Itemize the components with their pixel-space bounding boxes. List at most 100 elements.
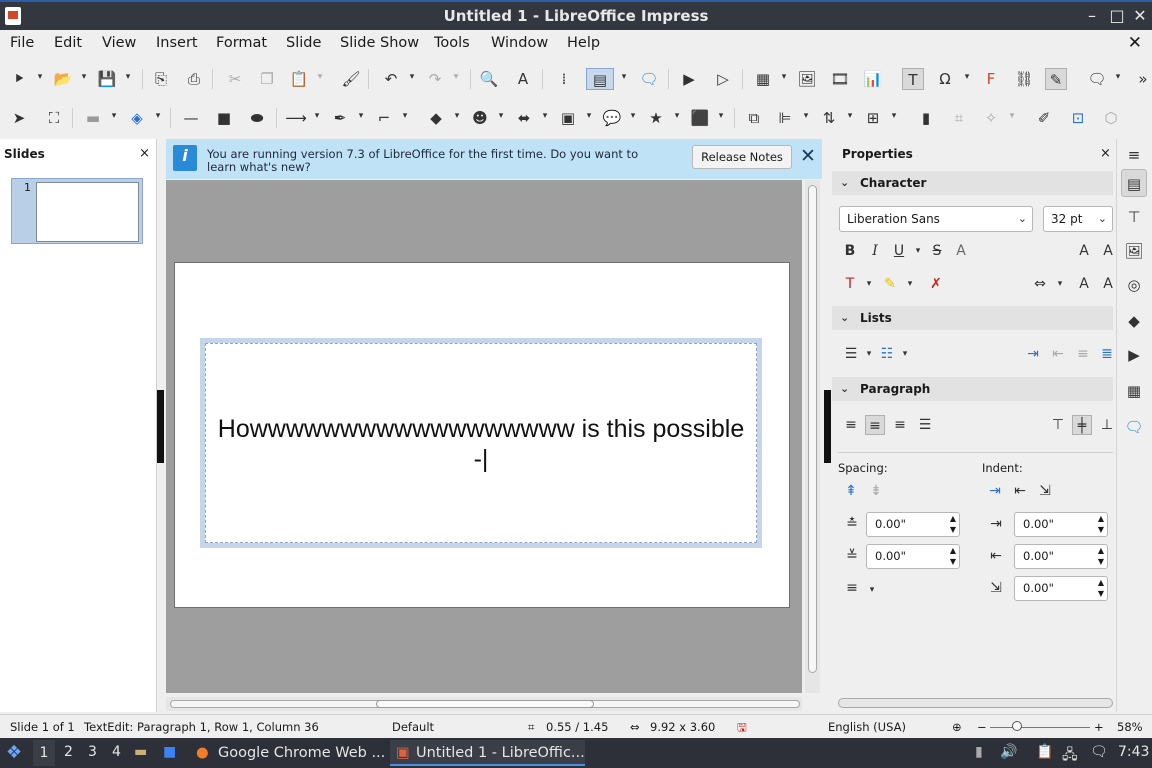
chevron-down-icon[interactable]: ▾ [453, 112, 461, 121]
hyperlink-icon[interactable]: ⛓ [1013, 68, 1035, 90]
chevron-down-icon[interactable]: ▾ [673, 112, 681, 121]
menu-edit[interactable]: Edit [54, 35, 82, 51]
clipboard-icon[interactable]: 📋 [1036, 744, 1053, 760]
slide-transition-icon[interactable]: ⊤ [1121, 203, 1147, 231]
strikethrough-icon[interactable]: S [927, 241, 947, 261]
comment-icon[interactable]: 🗨 [638, 68, 660, 90]
zoom-slider[interactable] [990, 727, 1090, 728]
save-icon[interactable]: 💾 [96, 68, 118, 90]
status-layout[interactable]: Default [392, 720, 434, 734]
start-menu-icon[interactable]: ❖ [6, 742, 22, 763]
highlight-color-icon[interactable]: ✎ [880, 274, 900, 294]
after-indent-spin[interactable]: 0.00" ▲ ▼ [1014, 544, 1108, 569]
chart-icon[interactable]: 📊 [862, 68, 884, 90]
chevron-down-icon[interactable]: ▾ [1114, 73, 1122, 82]
increase-indent-icon[interactable]: ⇥ [985, 481, 1005, 501]
table-icon[interactable]: ▦ [752, 68, 774, 90]
spin-arrows-icon[interactable]: ▲ ▼ [1098, 577, 1104, 599]
unordered-list-icon[interactable]: ☰ [841, 344, 861, 364]
glue-points-icon[interactable]: ⊡ [1067, 107, 1089, 129]
notifications-icon[interactable]: 🗨 [1090, 744, 1108, 760]
symbol-shapes-icon[interactable]: ☻ [469, 107, 491, 129]
spelling-icon[interactable]: A [512, 68, 534, 90]
callout-shapes-icon[interactable]: 🗨 [1086, 68, 1108, 90]
export-pdf-icon[interactable]: ⎘ [150, 68, 172, 90]
chevron-down-icon[interactable]: ▾ [717, 112, 725, 121]
special-character-icon[interactable]: Ω [934, 68, 956, 90]
chevron-down-icon[interactable]: ▾ [36, 73, 44, 82]
zoom-slider-handle[interactable] [1012, 721, 1022, 731]
keyboard-icon[interactable]: ▮ [975, 744, 983, 760]
navigator-icon[interactable]: ◎ [1121, 271, 1147, 299]
increase-font-icon[interactable]: A [1074, 241, 1094, 261]
chevron-down-icon[interactable]: ▾ [862, 580, 882, 600]
start-slideshow-icon[interactable]: ▶ [678, 68, 700, 90]
workspace-1[interactable]: 1 [33, 740, 55, 766]
close-slides-pane-icon[interactable]: × [139, 146, 150, 161]
decrease-font-icon[interactable]: A [1098, 241, 1118, 261]
first-line-indent-spin[interactable]: 0.00" ▲ ▼ [1014, 576, 1108, 601]
above-spacing-spin[interactable]: 0.00" ▲ ▼ [866, 512, 960, 537]
zoom-out-icon[interactable]: − [977, 720, 987, 734]
section-paragraph[interactable]: ⌄ Paragraph [832, 377, 1113, 401]
spin-arrows-icon[interactable]: ▲ ▼ [950, 513, 956, 535]
open-folder-icon[interactable]: 📂 [52, 68, 74, 90]
chevron-down-icon[interactable]: ▾ [859, 344, 879, 364]
chevron-down-icon[interactable]: ▾ [1008, 112, 1016, 121]
3d-objects-icon[interactable]: ⬛ [689, 107, 711, 129]
redo-icon[interactable]: ↷ [424, 68, 446, 90]
toggle-extrusion-icon[interactable]: ⬡ [1100, 107, 1122, 129]
chevron-down-icon[interactable]: ▾ [963, 73, 971, 82]
slide-thumbnail[interactable]: 1 [11, 178, 143, 244]
menu-insert[interactable]: Insert [156, 35, 198, 51]
justify-icon[interactable]: ☰ [915, 415, 935, 435]
shapes-icon[interactable]: ◆ [1121, 307, 1147, 335]
print-icon[interactable]: ⎙ [183, 68, 205, 90]
chevron-down-icon[interactable]: ▾ [452, 73, 460, 82]
chevron-down-icon[interactable]: ▾ [154, 112, 162, 121]
shadow-icon[interactable]: ▮ [915, 107, 937, 129]
flowchart-icon[interactable]: ▣ [557, 107, 579, 129]
points-icon[interactable]: ✐ [1033, 107, 1055, 129]
menu-format[interactable]: Format [216, 35, 267, 51]
chevron-down-icon[interactable]: ▾ [124, 73, 132, 82]
master-slides-icon[interactable]: ▦ [1121, 377, 1147, 405]
zoom-pan-icon[interactable]: ⛶ [43, 107, 65, 129]
move-up-icon[interactable]: ≡ [1073, 344, 1093, 364]
demote-icon[interactable]: ⇥ [1023, 344, 1043, 364]
chevron-down-icon[interactable]: ▾ [497, 112, 505, 121]
fontwork-icon[interactable]: F [980, 68, 1002, 90]
decrease-indent-icon[interactable]: ⇤ [1010, 481, 1030, 501]
chevron-down-icon[interactable]: ▾ [900, 274, 920, 294]
ellipse-icon[interactable]: ⬬ [246, 107, 268, 129]
release-notes-button[interactable]: Release Notes [692, 145, 792, 169]
taskbar-window-chrome[interactable]: ● Google Chrome Web ... [192, 740, 386, 766]
chevron-down-icon[interactable]: ▾ [629, 112, 637, 121]
arrange-icon[interactable]: ⇅ [818, 107, 840, 129]
chevron-down-icon[interactable]: ▾ [620, 73, 628, 82]
rectangle-icon[interactable]: ■ [213, 107, 235, 129]
before-indent-spin[interactable]: 0.00" ▲ ▼ [1014, 512, 1108, 537]
image-icon[interactable]: 🖼 [796, 68, 818, 90]
chevron-down-icon[interactable]: ▾ [890, 112, 898, 121]
chevron-down-icon[interactable]: ▾ [316, 73, 324, 82]
spin-arrows-icon[interactable]: ▲ ▼ [1098, 545, 1104, 567]
fill-color-icon[interactable]: ◈ [126, 107, 148, 129]
stars-icon[interactable]: ★ [645, 107, 667, 129]
menu-slide[interactable]: Slide [286, 35, 321, 51]
align-right-icon[interactable]: ≡ [890, 415, 910, 435]
slide-text-cursor-line[interactable]: -| [205, 445, 757, 474]
undo-icon[interactable]: ↶ [380, 68, 402, 90]
callouts-icon[interactable]: 💬 [601, 107, 623, 129]
fit-slide-icon[interactable]: ⊕ [952, 720, 962, 734]
promote-icon[interactable]: ⇤ [1048, 344, 1068, 364]
status-language[interactable]: English (USA) [828, 720, 906, 734]
menu-help[interactable]: Help [567, 35, 600, 51]
chevron-down-icon[interactable]: ▾ [110, 112, 118, 121]
close-window-button[interactable]: ✕ [1130, 6, 1150, 25]
workspace-3[interactable]: 3 [88, 744, 97, 760]
decrease-spacing-icon[interactable]: ⇟ [866, 481, 886, 501]
paste-icon[interactable]: 📋 [288, 68, 310, 90]
hanging-indent-icon[interactable]: ⇲ [1035, 481, 1055, 501]
scroll-thumb[interactable] [808, 185, 817, 673]
